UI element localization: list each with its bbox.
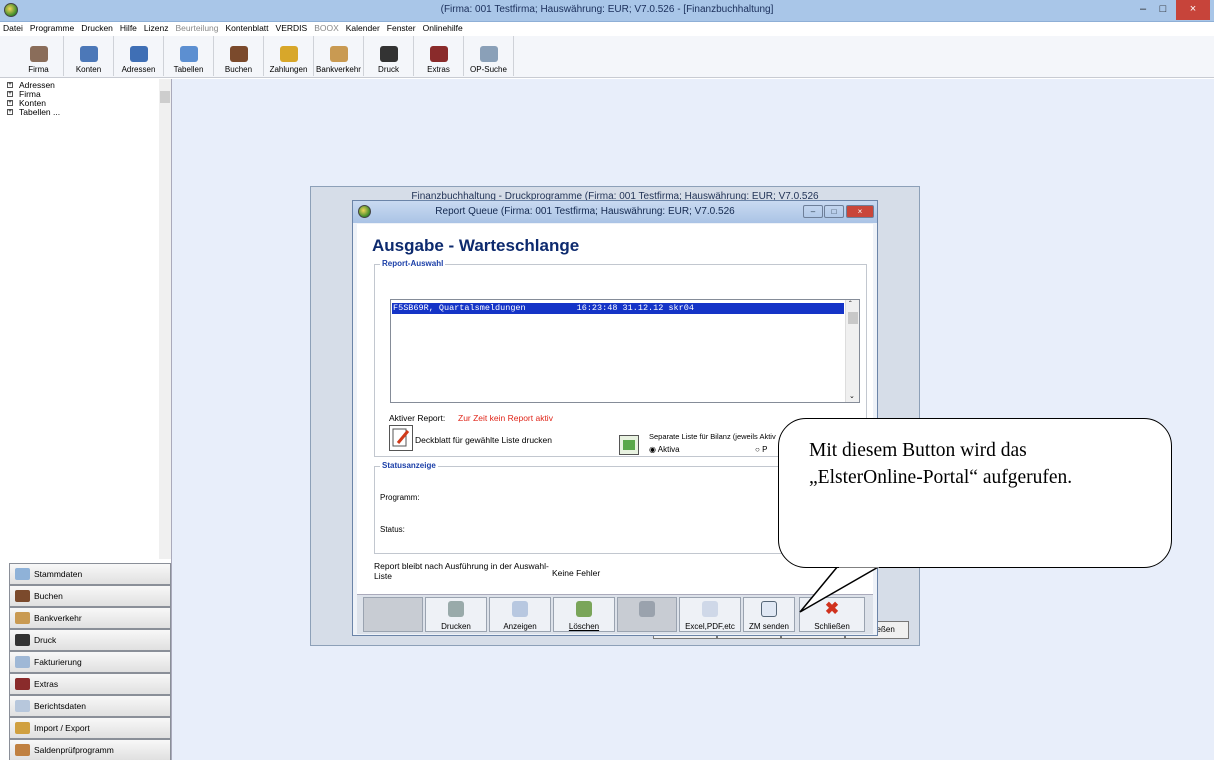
callout-tail-mask (839, 564, 879, 568)
